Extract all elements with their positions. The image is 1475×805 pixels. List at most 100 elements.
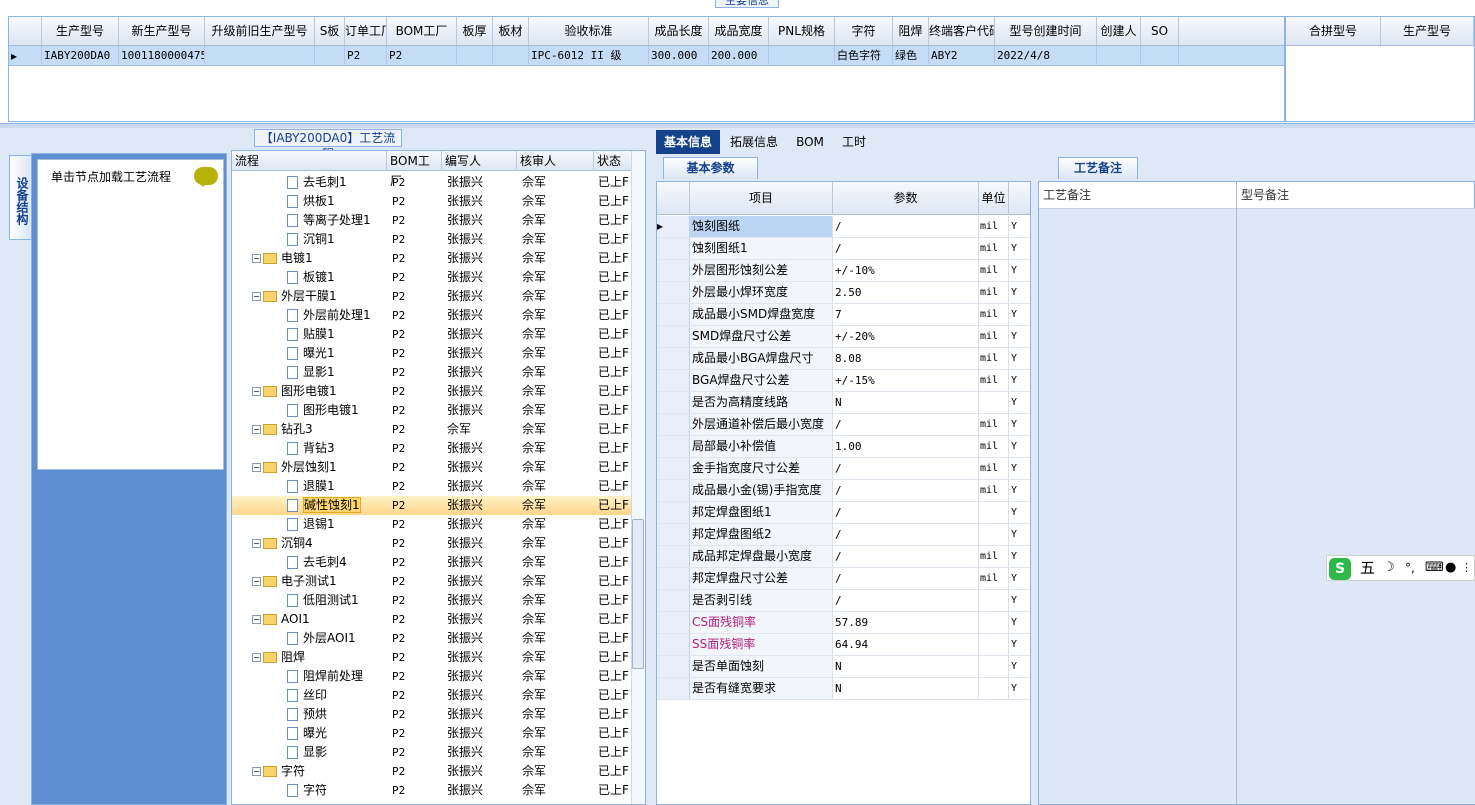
param-value[interactable]: 7 bbox=[833, 304, 979, 325]
tree-node[interactable]: 背钻3 P2 张振兴 佘军 已上F bbox=[232, 439, 632, 458]
tree-scroll-thumb[interactable] bbox=[632, 519, 644, 669]
cell[interactable] bbox=[457, 46, 493, 65]
cell[interactable] bbox=[493, 46, 529, 65]
tree-node[interactable]: 退锡1 P2 张振兴 佘军 已上F bbox=[232, 515, 632, 534]
param-value[interactable]: 64.94 bbox=[833, 634, 979, 655]
param-value[interactable]: / bbox=[833, 590, 979, 611]
param-row[interactable]: 蚀刻图纸1/mil Y bbox=[657, 238, 1030, 260]
param-row[interactable]: 邦定焊盘图纸1/ Y bbox=[657, 502, 1030, 524]
param-value[interactable]: 8.08 bbox=[833, 348, 979, 369]
tree-node[interactable]: 退膜1 P2 张振兴 佘军 已上F bbox=[232, 477, 632, 496]
merge-col-header[interactable]: 生产型号 bbox=[1381, 17, 1474, 45]
tree-col-header[interactable]: 流程 bbox=[232, 151, 387, 171]
user-icon[interactable]: ● bbox=[1445, 556, 1456, 580]
param-row[interactable]: 成品最小SMD焊盘宽度 7 mil Y bbox=[657, 304, 1030, 326]
tree-node[interactable]: − AOI1 P2 张振兴 佘军 已上F bbox=[232, 610, 632, 629]
cell[interactable]: 300.000 bbox=[649, 46, 709, 65]
tree-node[interactable]: 低阻测试1 P2 张振兴 佘军 已上F bbox=[232, 591, 632, 610]
param-row[interactable]: 成品最小金(锡)手指宽度 / mil Y bbox=[657, 480, 1030, 502]
col-header[interactable]: 成品长度 bbox=[649, 17, 709, 45]
param-value[interactable]: +/-10% bbox=[833, 260, 979, 281]
col-header[interactable]: 创建人 bbox=[1097, 17, 1141, 45]
cell[interactable]: IABY200DA0 bbox=[42, 46, 119, 65]
tree-node[interactable]: − 外层干膜1 P2 张振兴 佘军 已上F bbox=[232, 287, 632, 306]
cell[interactable] bbox=[769, 46, 835, 65]
moon-icon[interactable]: ☽ bbox=[1383, 556, 1395, 580]
col-header[interactable]: SO bbox=[1141, 17, 1179, 45]
param-row[interactable]: 外层通道补偿后最小宽度 / mil Y bbox=[657, 414, 1030, 436]
tree-node[interactable]: 显影1 P2 张振兴 佘军 已上F bbox=[232, 363, 632, 382]
tree-node[interactable]: 显影 P2 张振兴 佘军 已上F bbox=[232, 743, 632, 762]
tree-node[interactable]: − 阻焊 P2 张振兴 佘军 已上F bbox=[232, 648, 632, 667]
col-item[interactable]: 项目 bbox=[690, 182, 833, 215]
col-header[interactable]: 字符 bbox=[835, 17, 893, 45]
param-value[interactable]: / bbox=[833, 480, 979, 501]
tab-device-structure[interactable]: 设备结构 bbox=[9, 155, 31, 240]
tree-node[interactable]: − 外层蚀刻1 P2 张振兴 佘军 已上F bbox=[232, 458, 632, 477]
punct-icon[interactable]: °, bbox=[1405, 556, 1415, 580]
cell[interactable] bbox=[1141, 46, 1179, 65]
col-header[interactable]: 终端客户代码 bbox=[929, 17, 995, 45]
ime-toolbar[interactable]: S 五 ☽ °, ⌨ ● ⋮ bbox=[1326, 555, 1475, 581]
tree-node[interactable]: 字符 P2 张振兴 佘军 已上F bbox=[232, 781, 632, 800]
col-header[interactable]: 新生产型号 bbox=[119, 17, 205, 45]
cell[interactable]: 10011800004757 bbox=[119, 46, 205, 65]
param-row[interactable]: 是否剥引线 / Y bbox=[657, 590, 1030, 612]
tree-node[interactable]: 贴膜1 P2 张振兴 佘军 已上F bbox=[232, 325, 632, 344]
tree-node[interactable]: 图形电镀1 P2 张振兴 佘军 已上F bbox=[232, 401, 632, 420]
tree-col-header[interactable]: BOM工厂 bbox=[387, 151, 442, 188]
param-value[interactable]: N bbox=[833, 656, 979, 677]
param-row[interactable]: 外层图形蚀刻公差 +/-10% mil Y bbox=[657, 260, 1030, 282]
col-header[interactable]: 成品宽度 bbox=[709, 17, 769, 45]
cell[interactable] bbox=[205, 46, 315, 65]
tab-basic-params[interactable]: 基本参数 bbox=[663, 157, 758, 179]
tree-node[interactable]: 外层AOI1 P2 张振兴 佘军 已上F bbox=[232, 629, 632, 648]
col-header[interactable]: S板 bbox=[315, 17, 345, 45]
tree-node[interactable]: 烘板1 P2 张振兴 佘军 已上F bbox=[232, 192, 632, 211]
param-row[interactable]: 成品最小BGA焊盘尺寸 8.08 mil Y bbox=[657, 348, 1030, 370]
tree-node[interactable]: 阻焊前处理 P2 张振兴 佘军 已上F bbox=[232, 667, 632, 686]
keyboard-icon[interactable]: ⌨ bbox=[1425, 556, 1444, 580]
tree-node[interactable]: − 沉铜4 P2 张振兴 佘军 已上F bbox=[232, 534, 632, 553]
tree-node[interactable]: 预烘 P2 张振兴 佘军 已上F bbox=[232, 705, 632, 724]
more-icon[interactable]: ⋮ bbox=[1461, 556, 1472, 580]
process-remark-text[interactable] bbox=[1039, 209, 1236, 804]
cell[interactable]: 200.000 bbox=[709, 46, 769, 65]
cell[interactable]: P2 bbox=[345, 46, 387, 65]
tab-2[interactable]: BOM bbox=[790, 130, 830, 154]
device-structure-box[interactable]: 单击节点加载工艺流程 bbox=[37, 159, 224, 470]
tree-node[interactable]: − 钻孔3 P2 佘军 佘军 已上F bbox=[232, 420, 632, 439]
param-value[interactable]: 57.89 bbox=[833, 612, 979, 633]
merge-col-header[interactable]: 合拼型号 bbox=[1286, 17, 1381, 45]
col-header[interactable]: 验收标准 bbox=[529, 17, 649, 45]
tree-col-header[interactable]: 核审人 bbox=[517, 151, 594, 171]
param-value[interactable]: N bbox=[833, 392, 979, 413]
param-row[interactable]: 邦定焊盘尺寸公差 / mil Y bbox=[657, 568, 1030, 590]
param-value[interactable]: / bbox=[833, 524, 979, 545]
param-row[interactable]: 金手指宽度尺寸公差 / mil Y bbox=[657, 458, 1030, 480]
cell[interactable] bbox=[315, 46, 345, 65]
collapse-icon[interactable]: − bbox=[252, 653, 261, 662]
col-header[interactable]: 生产型号 bbox=[42, 17, 119, 45]
param-row[interactable]: 外层最小焊环宽度 2.50 mil Y bbox=[657, 282, 1030, 304]
tab-0[interactable]: 基本信息 bbox=[656, 130, 720, 154]
tree-node[interactable]: 去毛刺4 P2 张振兴 佘军 已上F bbox=[232, 553, 632, 572]
collapse-icon[interactable]: − bbox=[252, 463, 261, 472]
tree-col-header[interactable]: 编写人 bbox=[442, 151, 517, 171]
tree-node[interactable]: 沉铜1 P2 张振兴 佘军 已上F bbox=[232, 230, 632, 249]
col-header[interactable]: 型号创建时间 bbox=[995, 17, 1097, 45]
param-value[interactable]: +/-15% bbox=[833, 370, 979, 391]
tree-node[interactable]: − 电子测试1 P2 张振兴 佘军 已上F bbox=[232, 572, 632, 591]
param-row[interactable]: SS面残铜率 64.94 Y bbox=[657, 634, 1030, 656]
param-value[interactable]: / bbox=[833, 414, 979, 435]
ime-mode[interactable]: 五 bbox=[1360, 556, 1375, 580]
tree-node[interactable]: 去毛刺1 P2 张振兴 佘军 已上F bbox=[232, 173, 632, 192]
tree-node[interactable]: 板镀1 P2 张振兴 佘军 已上F bbox=[232, 268, 632, 287]
param-value[interactable]: N bbox=[833, 678, 979, 699]
cell[interactable]: P2 bbox=[387, 46, 457, 65]
col-header[interactable]: 订单工厂 bbox=[345, 17, 387, 45]
cell[interactable]: 绿色 bbox=[893, 46, 929, 65]
collapse-icon[interactable]: − bbox=[252, 615, 261, 624]
col-header[interactable]: 板材 bbox=[493, 17, 529, 45]
tree-node[interactable]: 曝光1 P2 张振兴 佘军 已上F bbox=[232, 344, 632, 363]
